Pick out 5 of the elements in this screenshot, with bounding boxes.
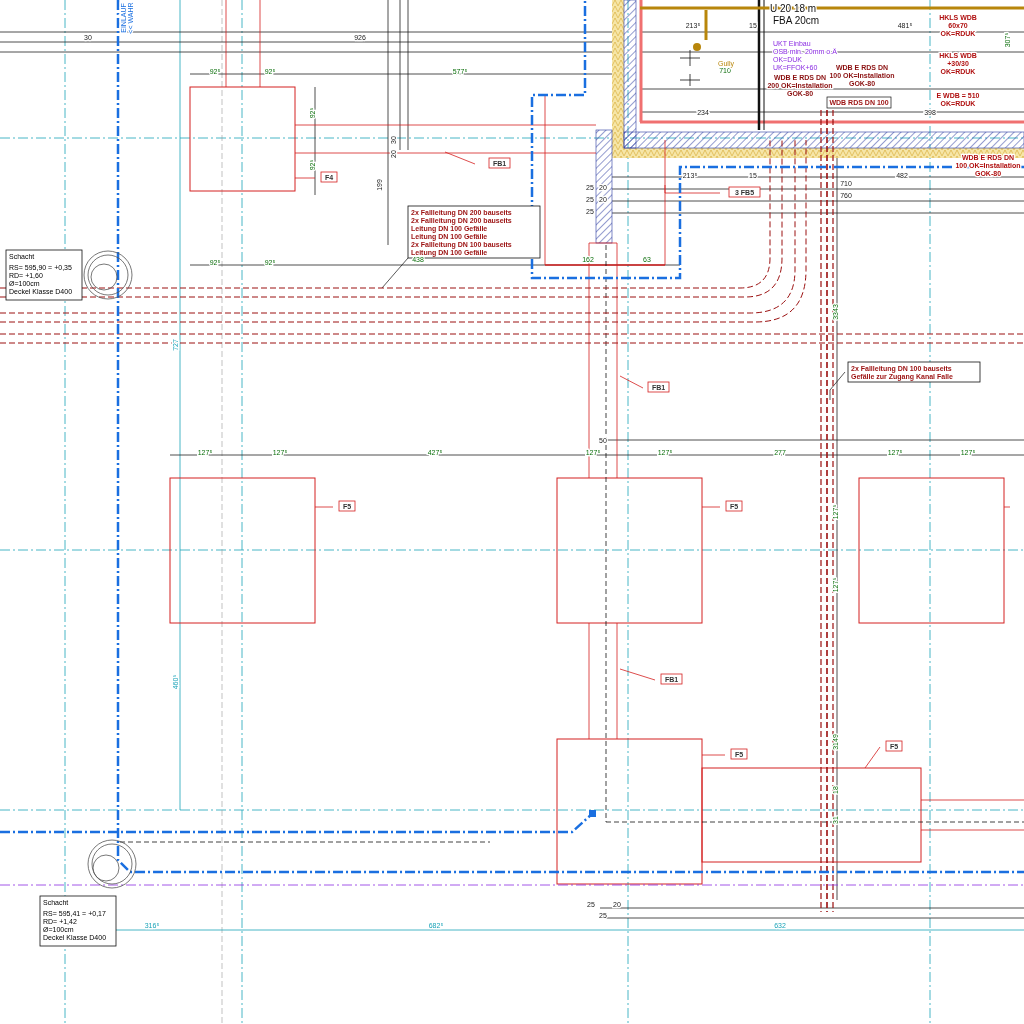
- gully-icon: [679, 43, 701, 87]
- manhole-icon: [87, 839, 137, 889]
- wall-label: FBA 20cm: [773, 15, 820, 26]
- wall-label: U 20 18 m: [770, 3, 817, 14]
- manhole-icon: [83, 250, 133, 300]
